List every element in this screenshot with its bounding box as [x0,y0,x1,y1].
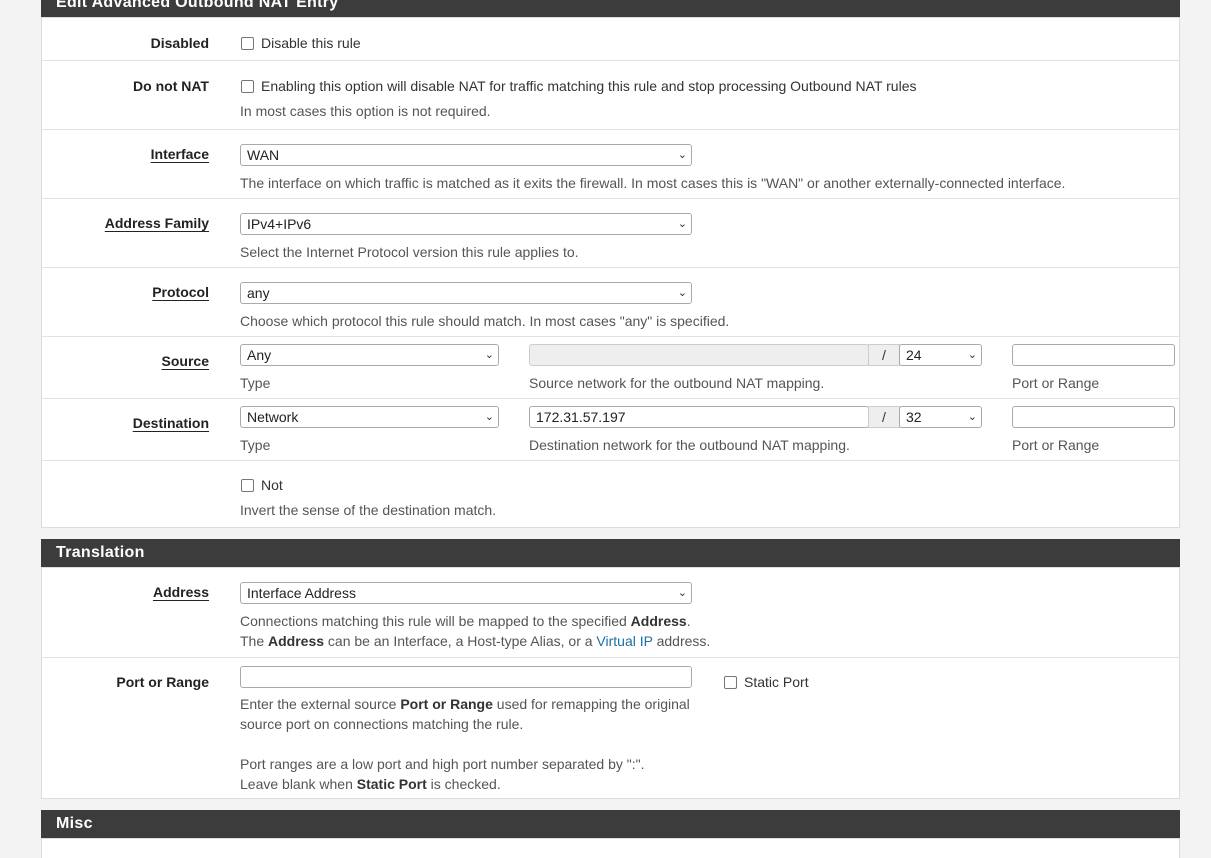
destination-slash: / [868,406,900,428]
interface-select-value: WAN [247,147,280,163]
address-family-label: Address Family [104,215,209,231]
not-checkbox-label: Not [261,477,283,493]
virtual-ip-link[interactable]: Virtual IP [596,633,652,649]
nonat-checkbox-label: Enabling this option will disable NAT fo… [261,78,917,94]
chevron-down-icon: ⌄ [967,349,977,361]
destination-mask-value: 32 [906,409,922,425]
destination-port-input[interactable] [1012,406,1175,428]
translation-address-label: Address [152,584,209,600]
source-mask-value: 24 [906,347,922,363]
address-family-select[interactable]: IPv4+IPv6 ⌄ [240,213,692,235]
protocol-help: Choose which protocol this rule should m… [240,313,730,329]
address-family-select-value: IPv4+IPv6 [247,216,312,232]
disabled-row: Disabled Disable this rule [42,18,1179,61]
protocol-label: Protocol [152,284,209,300]
protocol-select-value: any [247,285,270,301]
edit-panel-heading: Edit Advanced Outbound NAT Entry [41,0,1180,17]
nonat-checkbox[interactable] [241,80,254,93]
destination-type-help: Type [240,437,271,453]
destination-type-value: Network [247,409,299,425]
protocol-row: Protocol any ⌄ Choose which protocol this… [42,268,1179,337]
source-type-select[interactable]: Any ⌄ [240,344,499,366]
address-family-row: Address Family IPv4+IPv6 ⌄ Select the Int… [42,199,1179,268]
misc-panel-title: Misc [56,815,93,832]
chevron-down-icon: ⌄ [677,218,687,230]
disabled-label: Disabled [150,35,209,51]
nonat-help: In most cases this option is not require… [240,103,491,119]
translation-panel: Address Interface Address ⌄ Connections m… [41,567,1180,799]
translation-address-select[interactable]: Interface Address ⌄ [240,582,692,604]
chevron-down-icon: ⌄ [677,149,687,161]
protocol-select[interactable]: any ⌄ [240,282,692,304]
chevron-down-icon: ⌄ [484,349,494,361]
destination-port-help: Port or Range [1012,437,1100,453]
chevron-down-icon: ⌄ [484,411,494,423]
disable-rule-checkbox[interactable] [241,37,254,50]
not-option[interactable]: Not [241,477,283,493]
translation-port-help-3: Port ranges are a low port and high port… [240,756,645,772]
chevron-down-icon: ⌄ [967,411,977,423]
destination-mask-select[interactable]: 32 ⌄ [899,406,982,428]
source-slash: / [868,344,900,366]
source-label: Source [161,353,209,369]
misc-panel [41,838,1180,858]
not-row: Not Invert the sense of the destination … [42,461,1179,529]
misc-panel-heading: Misc [41,810,1180,838]
interface-row: Interface WAN ⌄ The interface on which tr… [42,130,1179,199]
interface-help: The interface on which traffic is matche… [240,175,1066,191]
source-row: Source Any ⌄ Type / 24 ⌄ Source network fo… [42,337,1179,399]
source-type-value: Any [247,347,272,363]
translation-panel-title: Translation [56,544,145,561]
edit-panel-title: Edit Advanced Outbound NAT Entry [56,0,339,11]
translation-port-label: Port or Range [116,674,209,690]
translation-address-help-2: The Address can be an Interface, a Host-… [240,633,711,649]
destination-label: Destination [132,415,209,431]
source-type-help: Type [240,375,271,391]
translation-port-input[interactable] [240,666,692,688]
static-port-checkbox[interactable] [724,676,737,689]
translation-port-help-4: Leave blank when Static Port is checked. [240,776,501,792]
source-port-help: Port or Range [1012,375,1100,391]
destination-type-select[interactable]: Network ⌄ [240,406,499,428]
destination-row: Destination Network ⌄ Type 172.31.57.197 … [42,399,1179,461]
not-checkbox[interactable] [241,479,254,492]
nonat-option[interactable]: Enabling this option will disable NAT fo… [241,78,917,94]
destination-network-help: Destination network for the outbound NAT… [529,437,850,453]
destination-network-input[interactable]: 172.31.57.197 [529,406,869,428]
nonat-label: Do not NAT [133,78,209,94]
translation-panel-heading: Translation [41,539,1180,567]
disable-rule-option[interactable]: Disable this rule [241,35,361,51]
static-port-label: Static Port [744,674,809,690]
source-mask-select[interactable]: 24 ⌄ [899,344,982,366]
source-network-help: Source network for the outbound NAT mapp… [529,375,825,391]
address-family-help: Select the Internet Protocol version thi… [240,244,579,260]
translation-port-row: Port or Range Static Port Enter the exte… [42,658,1179,800]
edit-panel: Disabled Disable this rule Do not NAT En… [41,17,1180,528]
disable-rule-checkbox-label: Disable this rule [261,35,361,51]
translation-address-help-1: Connections matching this rule will be m… [240,613,691,629]
chevron-down-icon: ⌄ [677,287,687,299]
interface-label: Interface [150,146,209,162]
translation-port-help-2: source port on connections matching the … [240,716,524,732]
translation-address-row: Address Interface Address ⌄ Connections m… [42,568,1179,658]
not-help: Invert the sense of the destination matc… [240,502,497,518]
translation-address-value: Interface Address [247,585,356,601]
interface-select[interactable]: WAN ⌄ [240,144,692,166]
source-network-input[interactable] [529,344,869,366]
chevron-down-icon: ⌄ [677,587,687,599]
nonat-row: Do not NAT Enabling this option will dis… [42,61,1179,130]
static-port-option[interactable]: Static Port [724,674,809,690]
source-port-input[interactable] [1012,344,1175,366]
translation-port-help-1: Enter the external source Port or Range … [240,696,690,712]
